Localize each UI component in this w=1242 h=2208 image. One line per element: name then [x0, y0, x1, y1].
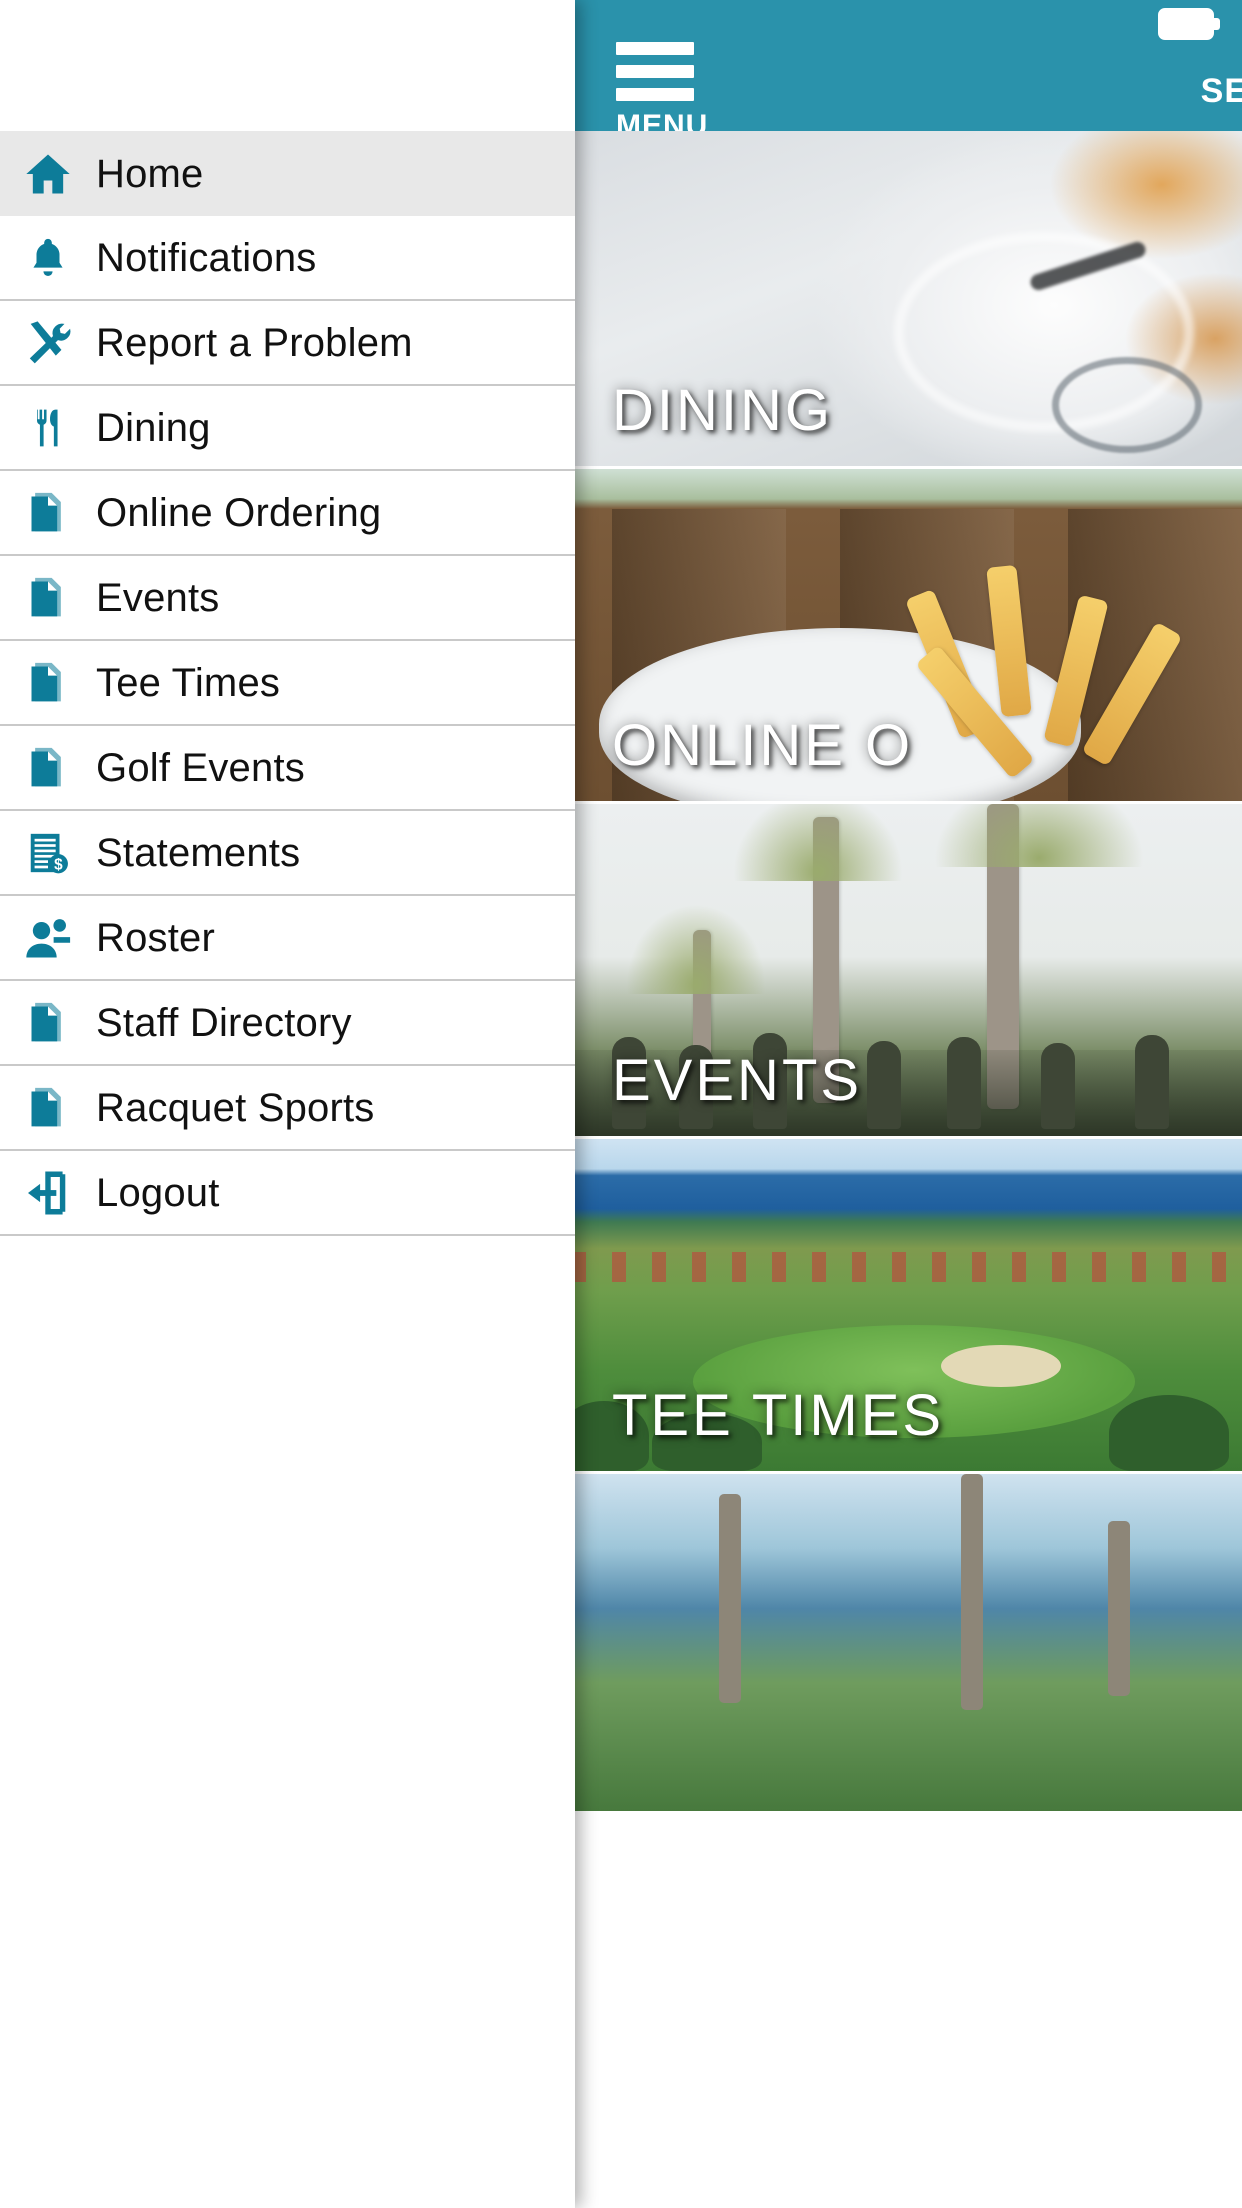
invoice-dollar-icon: $	[0, 810, 96, 895]
sidebar-item-roster[interactable]: Roster	[0, 896, 575, 981]
tools-icon	[0, 300, 96, 385]
document-stack-icon	[0, 555, 96, 640]
sidebar-item-report-a-problem[interactable]: Report a Problem	[0, 301, 575, 386]
people-group-icon	[0, 895, 96, 980]
logout-arrow-icon	[0, 1150, 96, 1235]
sidebar-item-label: Dining	[96, 405, 211, 450]
sidebar-item-label: Statements	[96, 830, 301, 875]
sidebar-item-statements[interactable]: $ Statements	[0, 811, 575, 896]
sidebar-item-golf-events[interactable]: Golf Events	[0, 726, 575, 811]
sidebar-item-label: Report a Problem	[96, 320, 413, 365]
sidebar-item-label: Notifications	[96, 235, 317, 280]
sidebar-item-label: Home	[96, 151, 204, 196]
sidebar-item-label: Roster	[96, 915, 216, 960]
sidebar-item-dining[interactable]: Dining	[0, 386, 575, 471]
document-stack-icon	[0, 980, 96, 1065]
sidebar-item-racquet-sports[interactable]: Racquet Sports	[0, 1066, 575, 1151]
bell-icon	[0, 215, 96, 300]
sidebar-item-label: Events	[96, 575, 220, 620]
document-stack-icon	[0, 725, 96, 810]
sidebar-item-online-ordering[interactable]: Online Ordering	[0, 471, 575, 556]
tile-caption: DINING	[612, 378, 833, 443]
sidebar-item-home[interactable]: Home	[0, 131, 575, 216]
app-screen: MENU SE DINING ONLINE O EVENTS TEE TIMES…	[0, 0, 1242, 2208]
sidebar-item-label: Logout	[96, 1170, 220, 1215]
sidebar-item-tee-times[interactable]: Tee Times	[0, 641, 575, 726]
battery-full-icon	[1158, 8, 1220, 40]
drawer-nav-list: Home Notifications Report a Problem Dini…	[0, 131, 575, 1236]
navigation-drawer: Home Notifications Report a Problem Dini…	[0, 0, 575, 2208]
tile-dining[interactable]: DINING	[572, 131, 1242, 469]
sidebar-item-logout[interactable]: Logout	[0, 1151, 575, 1236]
tile-caption: ONLINE O	[612, 713, 914, 778]
sidebar-item-label: Racquet Sports	[96, 1085, 375, 1130]
drawer-empty-area	[0, 1236, 575, 1796]
drawer-top-spacer	[0, 0, 575, 131]
document-stack-icon	[0, 640, 96, 725]
document-stack-icon	[0, 470, 96, 555]
document-stack-icon	[0, 1065, 96, 1150]
app-content-behind-drawer: MENU SE DINING ONLINE O EVENTS TEE TIMES	[572, 0, 1242, 2208]
sidebar-item-label: Online Ordering	[96, 490, 382, 535]
home-icon	[0, 131, 96, 216]
search-button-label[interactable]: SE	[1201, 72, 1242, 111]
tile-caption: EVENTS	[612, 1048, 863, 1113]
tile-events[interactable]: EVENTS	[572, 804, 1242, 1139]
tile-online-ordering[interactable]: ONLINE O	[572, 469, 1242, 804]
sidebar-item-label: Staff Directory	[96, 1000, 352, 1045]
hamburger-menu-button[interactable]: MENU	[616, 42, 766, 141]
sidebar-item-label: Golf Events	[96, 745, 305, 790]
sidebar-item-label: Tee Times	[96, 660, 281, 705]
hamburger-menu-icon-bar-2	[616, 65, 694, 78]
tile-tee-times[interactable]: TEE TIMES	[572, 1139, 1242, 1474]
tile-partial-bottom[interactable]	[572, 1474, 1242, 1814]
hamburger-menu-icon	[616, 42, 694, 55]
svg-text:$: $	[54, 856, 63, 873]
sidebar-item-staff-directory[interactable]: Staff Directory	[0, 981, 575, 1066]
sidebar-item-events[interactable]: Events	[0, 556, 575, 641]
sidebar-item-notifications[interactable]: Notifications	[0, 216, 575, 301]
tile-caption: TEE TIMES	[612, 1383, 945, 1448]
hamburger-menu-icon-bar-3	[616, 88, 694, 101]
fork-knife-icon	[0, 385, 96, 470]
app-header-bar: MENU SE	[572, 0, 1242, 141]
partial-photo	[572, 1474, 1242, 1811]
